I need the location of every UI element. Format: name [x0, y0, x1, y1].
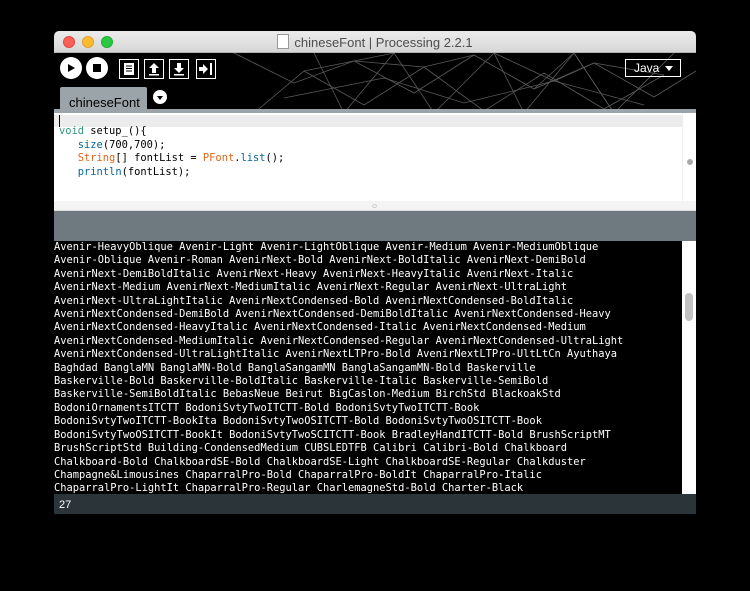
code-editor[interactable]: void setup_(){ size(700,700); String[] f…: [54, 113, 696, 201]
play-icon: [68, 64, 75, 72]
console-line: BodoniSvtyTwoOSITCTT-BookIt BodoniSvtyTw…: [54, 428, 611, 441]
arrow-down-icon: [174, 63, 184, 76]
chevron-down-icon: [157, 95, 163, 100]
window-title: chineseFont | Processing 2.2.1: [294, 35, 473, 50]
title-bar[interactable]: chineseFont | Processing 2.2.1: [54, 31, 696, 53]
code-content[interactable]: void setup_(){ size(700,700); String[] f…: [59, 125, 284, 179]
mode-selector[interactable]: Java: [625, 59, 681, 77]
console-line: BodoniOrnamentsITCTT BodoniSvtyTwoITCTT-…: [54, 401, 480, 414]
save-sketch-button[interactable]: [169, 59, 189, 79]
chevron-down-icon: [665, 65, 674, 71]
console-line: BrushScriptStd Building-CondensedMedium …: [54, 442, 567, 455]
document-icon: [277, 34, 290, 49]
console-line: Chalkboard-Bold ChalkboardSE-Bold Chalkb…: [54, 455, 586, 468]
code-line: println(fontList);: [77, 165, 191, 178]
console-line: Avenir-Oblique Avenir-Roman AvenirNext-B…: [54, 254, 586, 267]
console-scroll-thumb[interactable]: [685, 293, 693, 321]
console-line: ChaparralPro-LightIt ChaparralPro-Regula…: [54, 482, 524, 494]
console-line: AvenirNext-DemiBoldItalic AvenirNext-Hea…: [54, 267, 574, 280]
new-sketch-button[interactable]: [119, 59, 139, 79]
editor-scrollbar[interactable]: [682, 113, 696, 201]
new-document-icon: [124, 63, 134, 75]
console-line: AvenirNextCondensed-MediumItalic AvenirN…: [54, 334, 624, 347]
console-line: AvenirNext-Medium AvenirNext-MediumItali…: [54, 281, 567, 294]
toolbar: Java chineseFont: [54, 53, 696, 113]
line-number: 27: [59, 499, 72, 511]
status-bar: 27: [54, 494, 696, 514]
stop-icon: [93, 64, 101, 72]
console-line: AvenirNextCondensed-DemiBold AvenirNextC…: [54, 308, 611, 321]
export-button[interactable]: [196, 59, 216, 79]
message-area: [54, 211, 696, 241]
console-line: AvenirNextCondensed-HeavyItalic AvenirNe…: [54, 321, 586, 334]
editor-scroll-thumb[interactable]: [687, 159, 693, 165]
console-line: AvenirNextCondensed-UltraLightItalic Ave…: [54, 348, 618, 361]
mode-label: Java: [634, 61, 660, 75]
console-line: Baskerville-SemiBoldItalic BebasNeue Bei…: [54, 388, 561, 401]
console-line: Avenir-HeavyOblique Avenir-Light Avenir-…: [54, 241, 599, 253]
stop-button[interactable]: [86, 57, 108, 79]
console-line: BodoniSvtyTwoITCTT-BookIta BodoniSvtyTwo…: [54, 415, 542, 428]
console-line: Champagne&Limousines ChaparralPro-Bold C…: [54, 468, 542, 481]
code-line: size(700,700);: [77, 138, 166, 151]
tab-label: chineseFont: [69, 95, 140, 110]
console-line: Baskerville-Bold Baskerville-BoldItalic …: [54, 375, 549, 388]
console-line: AvenirNext-UltraLightItalic AvenirNextCo…: [54, 294, 574, 307]
open-sketch-button[interactable]: [144, 59, 164, 79]
code-line: void setup_(){: [59, 125, 147, 137]
tab-menu-button[interactable]: [153, 90, 167, 104]
code-line: String[] fontList = PFont.list();: [77, 152, 285, 164]
window-title-area: chineseFont | Processing 2.2.1: [54, 34, 696, 51]
run-button[interactable]: [60, 57, 82, 79]
arrow-up-icon: [149, 63, 159, 76]
console-line: Baghdad BanglaMN BanglaMN-Bold BanglaSan…: [54, 361, 536, 374]
console-lines: Avenir-HeavyOblique Avenir-Light Avenir-…: [54, 241, 623, 494]
console-scrollbar[interactable]: [682, 241, 696, 494]
processing-window: chineseFont | Processing 2.2.1 Java chin…: [54, 31, 696, 514]
divider-grip[interactable]: [372, 204, 377, 208]
editor-console-divider[interactable]: [54, 201, 696, 211]
console-output[interactable]: Avenir-HeavyOblique Avenir-Light Avenir-…: [54, 241, 682, 494]
export-arrow-icon: [199, 63, 212, 75]
